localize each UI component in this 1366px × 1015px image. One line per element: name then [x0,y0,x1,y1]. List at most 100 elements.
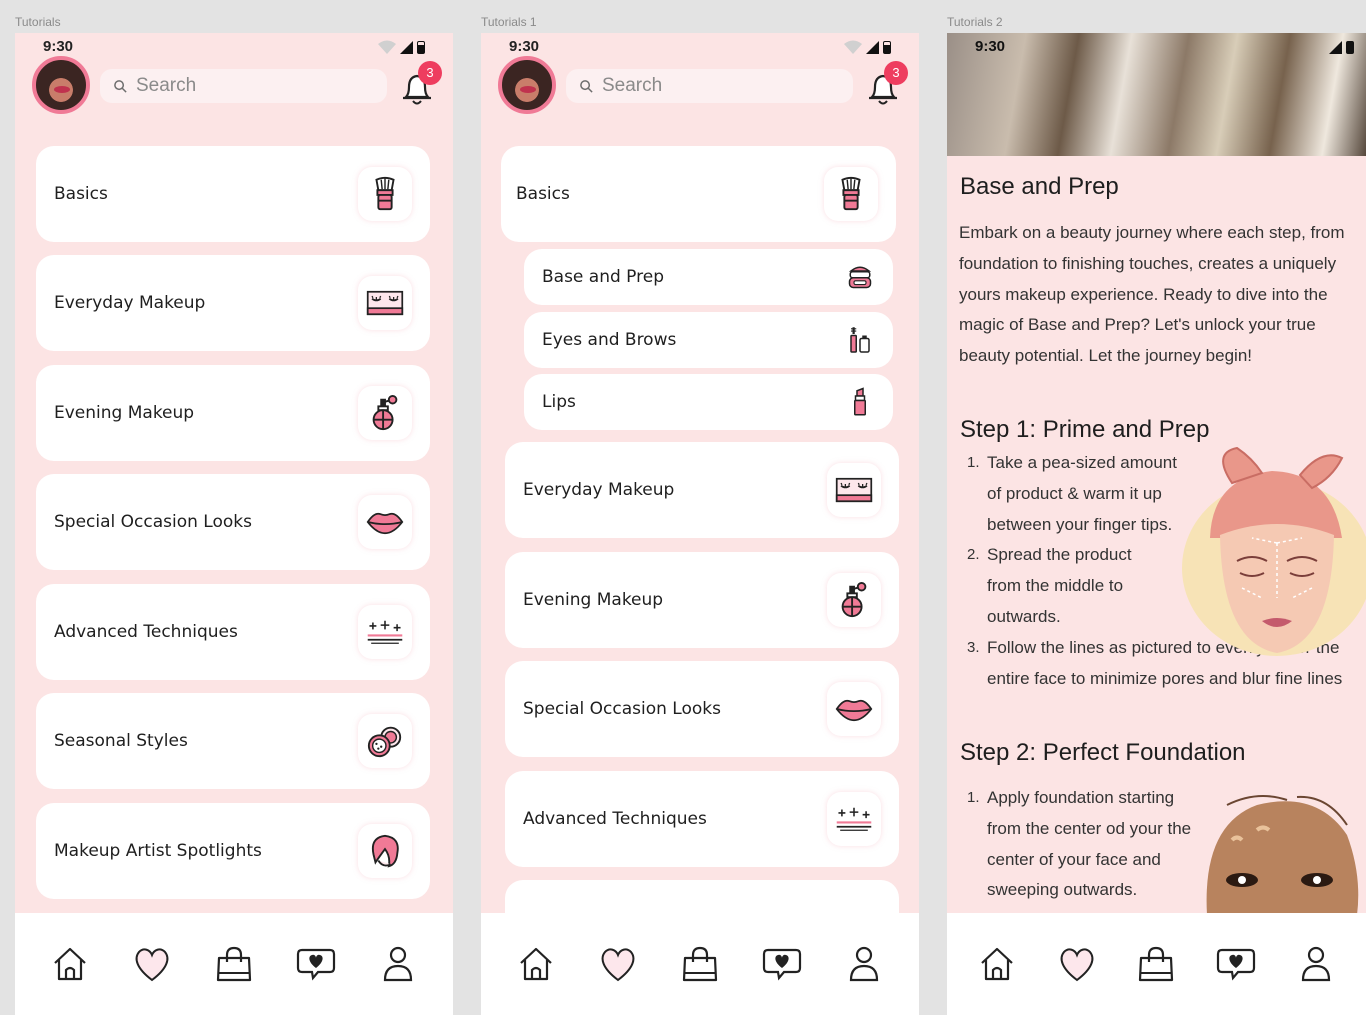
category-artist-spotlights[interactable]: Makeup Artist Spotlights [36,803,430,899]
category-label: Everyday Makeup [54,293,206,313]
lashes-icon [827,463,881,517]
nav-messages[interactable] [1214,942,1258,986]
category-label: Seasonal Styles [54,731,188,751]
status-icons [844,39,891,55]
signal-icon [400,40,413,54]
subcategory-eyes-and-brows[interactable]: Eyes and Brows [524,312,893,368]
step-number: 1. [967,789,980,806]
lips-icon [827,682,881,736]
category-advanced-techniques[interactable]: Advanced Techniques [505,771,899,867]
tutorials-screen: 9:30 Search 3 Basics Everyday Makeup Eve… [15,33,453,1015]
frame-label-tutorials: Tutorials [15,15,61,29]
foundation-face-icon [1206,795,1359,915]
eyeshadow-icon [358,714,412,768]
sparkles-icon [827,792,881,846]
lipstick-icon [845,387,875,417]
compact-icon [845,262,875,292]
nav-favorites[interactable] [596,942,640,986]
brush-icon [824,167,878,221]
category-label: Evening Makeup [523,590,664,610]
home-icon [50,944,90,984]
category-label: Basics [54,184,108,204]
step-text: Apply foundation starting from the cente… [987,788,1192,900]
nav-shop[interactable] [1134,942,1178,986]
nav-messages[interactable] [760,942,804,986]
status-time: 9:30 [975,38,1006,55]
sparkles-icon [358,605,412,659]
notification-badge: 3 [418,61,442,85]
category-everyday-makeup[interactable]: Everyday Makeup [36,255,430,351]
category-advanced-techniques[interactable]: Advanced Techniques [36,584,430,680]
search-icon [579,79,594,94]
perfume-icon [827,573,881,627]
frame-label-tutorials-2: Tutorials 2 [947,15,1003,29]
nav-profile[interactable] [842,942,886,986]
chat-heart-icon [296,944,336,984]
lips-icon [358,495,412,549]
step-text: Spread the product from the middle to ou… [987,545,1132,626]
category-everyday-makeup[interactable]: Everyday Makeup [505,442,899,538]
bag-icon [214,944,254,984]
bottom-nav [481,913,919,1015]
category-basics[interactable]: Basics [501,146,896,242]
nav-shop[interactable] [678,942,722,986]
nav-profile[interactable] [1294,942,1338,986]
subcategory-lips[interactable]: Lips [524,374,893,430]
nav-home[interactable] [48,942,92,986]
step-item: 1. Apply foundation starting from the cen… [967,783,1192,906]
category-label: Everyday Makeup [523,480,675,500]
category-label: Advanced Techniques [523,809,707,829]
nav-favorites[interactable] [1055,942,1099,986]
category-special-occasion[interactable]: Special Occasion Looks [505,661,899,757]
category-label: Special Occasion Looks [523,699,721,719]
category-evening-makeup[interactable]: Evening Makeup [505,552,899,648]
chat-heart-icon [1216,944,1256,984]
nav-profile[interactable] [376,942,420,986]
wifi-icon [378,40,396,54]
nav-home[interactable] [975,942,1019,986]
category-label: Basics [516,184,570,204]
notifications-button[interactable]: 3 [400,61,442,107]
home-icon [516,944,556,984]
step-1-title: Step 1: Prime and Prep [960,416,1210,443]
subcategory-label: Eyes and Brows [542,330,677,350]
subcategory-label: Lips [542,392,576,412]
notifications-button[interactable]: 3 [866,61,908,107]
category-special-occasion[interactable]: Special Occasion Looks [36,474,430,570]
search-input[interactable]: Search [100,69,387,103]
category-label: Advanced Techniques [54,622,238,642]
subcategory-base-and-prep[interactable]: Base and Prep [524,249,893,305]
bottom-nav [947,913,1366,1015]
signal-icon [1329,40,1342,54]
profile-icon [1296,944,1336,984]
nav-home[interactable] [514,942,558,986]
signal-icon [866,40,879,54]
bag-icon [1136,944,1176,984]
page-title: Base and Prep [960,173,1119,200]
search-input[interactable]: Search [566,69,853,103]
face-illustration-icon [1182,446,1366,656]
battery-icon [883,40,891,54]
category-label: Makeup Artist Spotlights [54,841,262,861]
home-icon [977,944,1017,984]
step-number: 1. [967,454,980,471]
avatar[interactable] [32,56,90,114]
battery-icon [1346,40,1354,54]
nav-messages[interactable] [294,942,338,986]
search-placeholder: Search [136,75,197,96]
step-text: Take a pea-sized amount of product & war… [987,453,1177,534]
nav-shop[interactable] [212,942,256,986]
step-number: 3. [967,638,980,656]
step-item: 2. Spread the product from the middle to … [967,540,1137,632]
wifi-icon [844,40,862,54]
nav-favorites[interactable] [130,942,174,986]
profile-icon [378,944,418,984]
category-evening-makeup[interactable]: Evening Makeup [36,365,430,461]
profile-icon [844,944,884,984]
avatar[interactable] [498,56,556,114]
frame-label-tutorials-1: Tutorials 1 [481,15,537,29]
category-seasonal-styles[interactable]: Seasonal Styles [36,693,430,789]
heart-icon [598,944,638,984]
category-basics[interactable]: Basics [36,146,430,242]
intro-text: Embark on a beauty journey where each st… [959,223,1345,366]
